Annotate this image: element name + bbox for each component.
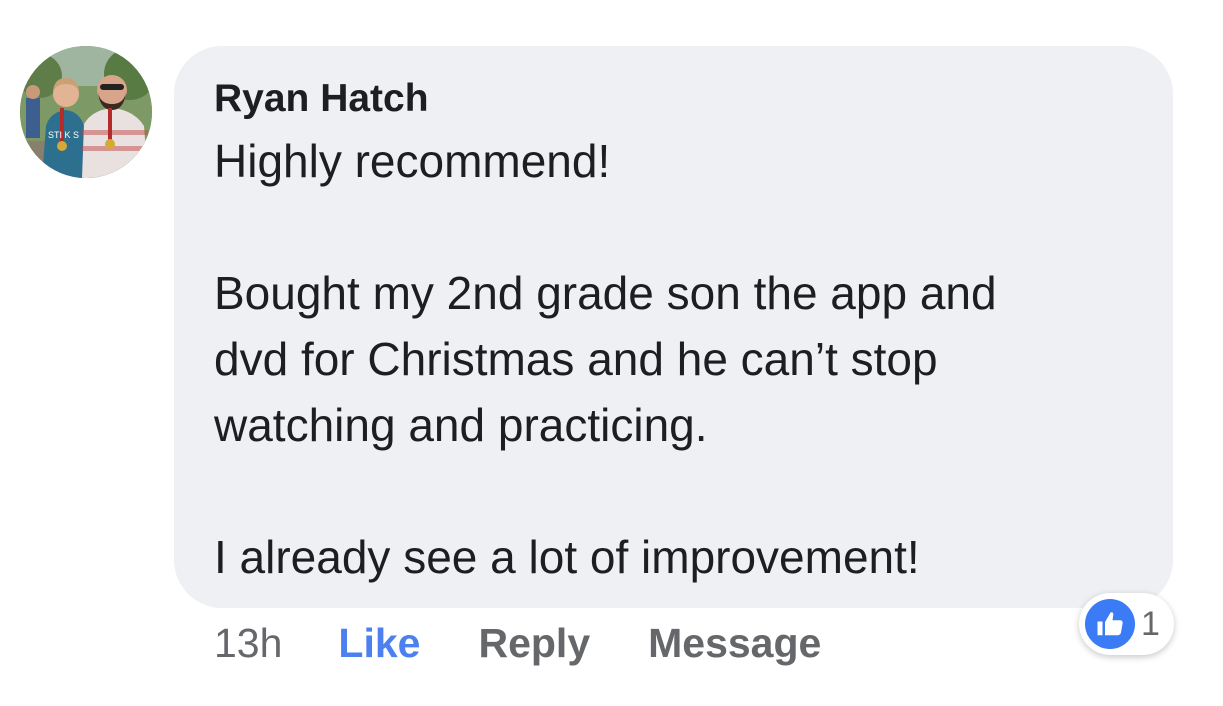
comment-timestamp[interactable]: 13h	[214, 620, 282, 667]
comment-text-line: I already see a lot of improvement!	[214, 531, 920, 583]
comment-text-line: Bought my 2nd grade son the app and	[214, 267, 997, 319]
avatar[interactable]: STI K S	[20, 46, 152, 178]
comment-text-line: watching and practicing.	[214, 399, 708, 451]
like-button[interactable]: Like	[338, 620, 420, 667]
comment-bubble: Ryan Hatch Highly recommend! Bought my 2…	[174, 46, 1173, 608]
reply-button[interactable]: Reply	[478, 620, 590, 667]
reaction-count: 1	[1141, 604, 1160, 643]
comment: STI K S Ryan Hatch Highly recommend! Bou…	[0, 0, 1223, 706]
thumbs-up-icon	[1085, 599, 1135, 649]
reaction-summary[interactable]: 1	[1079, 593, 1174, 655]
avatar-photo: STI K S	[20, 46, 152, 178]
comment-actions: 13h Like Reply Message	[214, 618, 821, 668]
avatar-shirt-text: STI K S	[48, 130, 79, 140]
message-button[interactable]: Message	[648, 620, 821, 667]
comment-author[interactable]: Ryan Hatch	[214, 76, 1133, 122]
comment-text-line: dvd for Christmas and he can’t stop	[214, 333, 938, 385]
comment-text-line: Highly recommend!	[214, 135, 611, 187]
